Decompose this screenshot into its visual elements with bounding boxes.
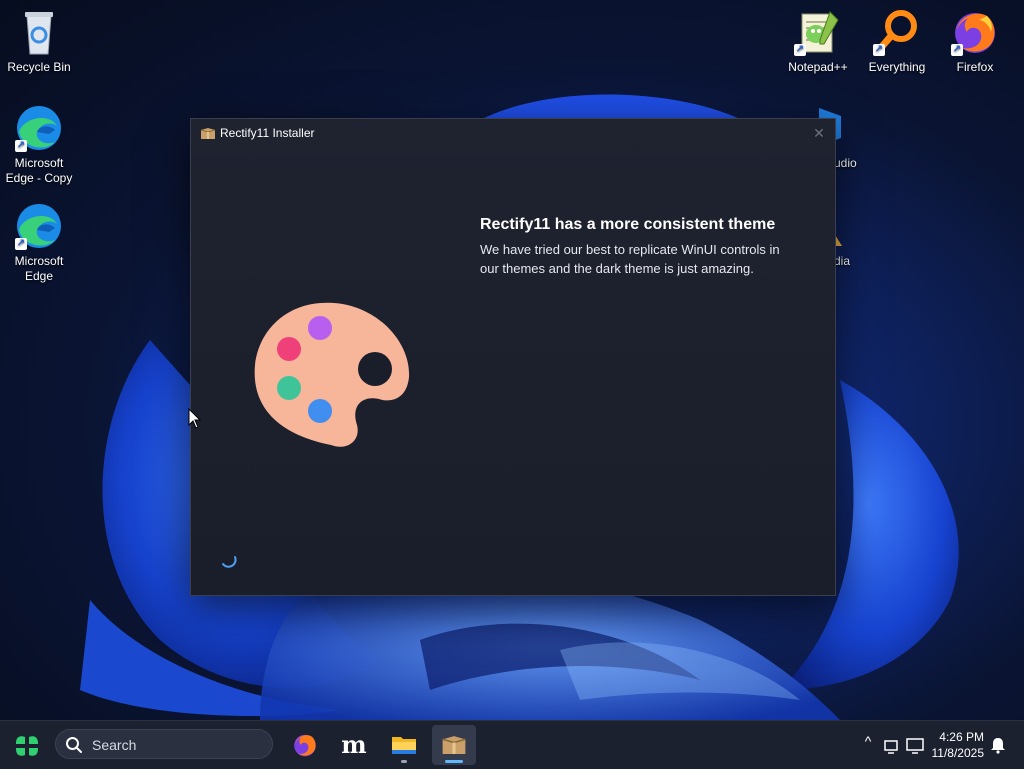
taskbar-app-firefox[interactable] — [283, 725, 327, 765]
running-indicator — [401, 760, 407, 763]
desktop-icon-edge-copy[interactable]: ↗ Microsoft Edge - Copy — [0, 104, 79, 186]
firefox-icon — [294, 734, 316, 757]
shortcut-arrow-icon: ↗ — [951, 44, 963, 56]
taskbar-clock[interactable]: 4:26 PM 11/8/2025 — [932, 729, 985, 761]
taskbar-app-file-explorer[interactable] — [382, 725, 426, 765]
shortcut-arrow-icon: ↗ — [794, 44, 806, 56]
desktop-icon-label-partial: udio — [834, 156, 857, 170]
taskbar-search-box[interactable]: Search — [55, 729, 273, 759]
start-button[interactable] — [14, 733, 40, 759]
edge-icon: ↗ — [15, 202, 63, 250]
shortcut-arrow-icon: ↗ — [873, 44, 885, 56]
taskbar: Search m ^ 4:26 PM 11/8/2025 — [0, 720, 1024, 769]
loading-spinner-icon — [222, 556, 237, 568]
desktop-icon-label-partial: dia — [834, 254, 851, 268]
desktop-icon-label: Notepad++ — [788, 60, 848, 74]
package-icon — [200, 128, 216, 139]
desktop-icon-label: Everything — [868, 60, 926, 74]
desktop-icon-label: Microsoft Edge - Copy — [5, 156, 73, 185]
desktop-icon-recycle-bin[interactable]: Recycle Bin — [0, 8, 79, 75]
desktop-icon-edge[interactable]: ↗ Microsoft Edge — [0, 202, 79, 284]
firefox-icon: ↗ — [951, 8, 999, 56]
desktop-icon-notepadpp[interactable]: ↗ Notepad++ — [778, 8, 858, 75]
active-indicator — [445, 760, 463, 763]
close-button[interactable]: ✕ — [809, 122, 829, 144]
network-icon[interactable] — [882, 735, 902, 755]
recycle-bin-icon — [15, 8, 63, 56]
window-titlebar[interactable]: Rectify11 Installer ✕ — [191, 119, 835, 149]
search-icon — [66, 737, 82, 753]
taskbar-app-rectify11-installer[interactable] — [432, 725, 476, 765]
desktop-icon-label: Recycle Bin — [7, 60, 71, 74]
paint-palette-icon — [254, 302, 410, 447]
page-headline: Rectify11 has a more consistent theme — [480, 216, 776, 233]
shortcut-arrow-icon: ↗ — [15, 140, 27, 152]
window-title: Rectify11 Installer — [220, 126, 315, 140]
notepadpp-icon: ↗ — [794, 8, 842, 56]
edge-icon: ↗ — [15, 104, 63, 152]
mouse-cursor-icon — [188, 408, 202, 429]
desktop-icon-everything[interactable]: ↗ Everything — [857, 8, 937, 75]
notification-bell-icon[interactable] — [988, 735, 1008, 755]
clock-time: 4:26 PM — [939, 730, 984, 744]
folder-icon — [392, 737, 416, 754]
taskbar-app-moodle[interactable]: m — [332, 725, 376, 765]
desktop-icon-firefox[interactable]: ↗ Firefox — [935, 8, 1015, 75]
shortcut-arrow-icon: ↗ — [15, 238, 27, 250]
everything-search-icon: ↗ — [873, 8, 921, 56]
desktop-icon-label: Firefox — [956, 60, 994, 74]
installer-window[interactable]: Rectify11 Installer ✕ Rectify11 has a mo… — [190, 118, 836, 596]
show-hidden-icons-chevron-icon[interactable]: ^ — [858, 733, 878, 753]
search-placeholder: Search — [92, 737, 137, 753]
package-icon — [442, 736, 466, 754]
moodle-icon: m — [341, 730, 367, 759]
desktop-icon-label: Microsoft Edge — [14, 254, 64, 283]
display-icon[interactable] — [905, 735, 925, 755]
page-description: We have tried our best to replicate WinU… — [480, 242, 780, 276]
clock-date: 11/8/2025 — [931, 746, 985, 760]
